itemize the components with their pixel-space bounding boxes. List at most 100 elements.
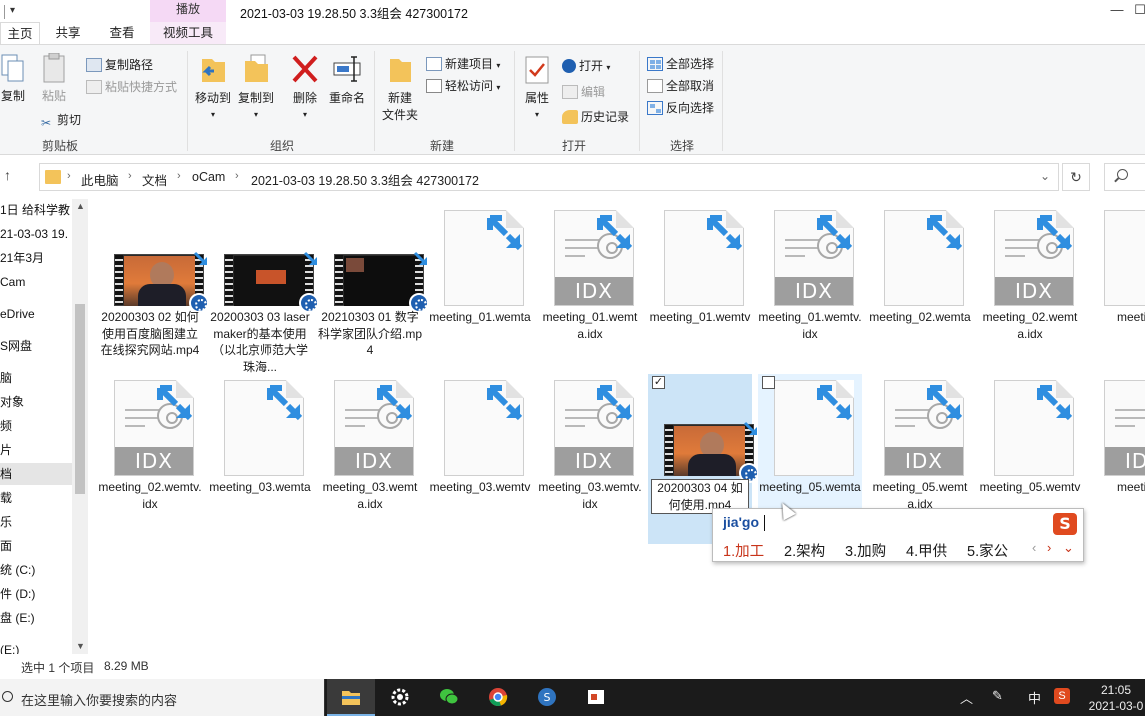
taskbar-wechat[interactable] [425,679,473,716]
file-item[interactable]: IDX meeting_02.wemtv.idx [98,374,202,544]
context-tab-play[interactable]: 播放 [150,0,226,22]
item-checkbox[interactable] [762,376,775,389]
file-item[interactable]: meeting_01.wemta [428,204,532,374]
nav-item[interactable]: 面 [0,535,12,557]
nav-item[interactable]: S网盘 [0,335,32,357]
scroll-thumb[interactable] [75,304,85,494]
invert-selection-button[interactable]: 反向选择 [647,99,714,116]
file-item[interactable]: meeting_03.wemtv [428,374,532,544]
nav-item[interactable]: 对象 [0,391,24,413]
nav-item[interactable]: 频 [0,415,12,437]
copy-button[interactable]: 复制 [0,53,26,104]
nav-item[interactable]: Cam [0,271,25,293]
nav-item[interactable]: 片 [0,439,12,461]
tab-share[interactable]: 共享 [46,22,90,44]
cut-button[interactable]: ✂ 剪切 [38,111,81,130]
file-item[interactable]: IDX meeting_03.wemtv.idx [538,374,642,544]
tab-view[interactable]: 查看 [100,22,144,44]
tab-video-tools[interactable]: 视频工具 [150,22,226,44]
nav-scrollbar[interactable]: ▲ ▼ [72,199,88,654]
text-lines [565,409,599,433]
ime-next-page-icon[interactable]: › [1047,540,1051,555]
select-all-button[interactable]: 全部选择 [647,55,714,72]
ime-candidate-5[interactable]: 5.家公 [967,540,1008,561]
breadcrumb-ocam[interactable]: oCam [192,170,225,184]
breadcrumb-current-folder[interactable]: 2021-03-03 19.28.50 3.3组会 427300172 [251,170,479,189]
ime-candidate-1[interactable]: 1.加工 [723,540,764,561]
nav-item[interactable]: 载 [0,487,12,509]
ime-candidate-2[interactable]: 2.架构 [784,540,825,561]
nav-item[interactable]: 件 (D:) [0,583,35,605]
properties-button[interactable]: 属性 ▾ [520,55,554,120]
nav-item[interactable]: (E:) [0,639,19,654]
text-lines [785,239,819,263]
edit-button[interactable]: 编辑 [562,83,605,100]
qat-dropdown-icon[interactable]: ▾ [10,5,15,16]
taskbar-chrome[interactable] [474,679,522,716]
tray-sogou-icon[interactable]: S [1054,688,1070,704]
delete-button[interactable]: 删除 ▾ [288,53,322,120]
paste-shortcut-button[interactable]: 粘贴快捷方式 [86,78,177,95]
breadcrumb-this-pc[interactable]: 此电脑 [81,170,119,189]
nav-item[interactable]: 21年3月 [0,247,44,269]
scroll-down-icon[interactable]: ▼ [76,641,85,651]
nav-item[interactable]: 统 (C:) [0,559,35,581]
taskbar-file-explorer[interactable] [327,679,375,716]
file-item[interactable]: IDX meeting_01.wemtv.idx [758,204,862,374]
file-item[interactable]: meeting_03.wemta [208,374,312,544]
tab-home[interactable]: 主页 [0,22,40,44]
move-to-button[interactable]: 移动到 ▾ [193,53,233,120]
file-item[interactable]: IDX meeting_03.wemta.idx [318,374,422,544]
file-item[interactable]: 20200303 03 lasermaker的基本使用（以北京师范大学珠海... [208,204,319,374]
ime-candidate-4[interactable]: 4.甲供 [906,540,947,561]
scroll-up-icon[interactable]: ▲ [76,201,85,211]
address-bar[interactable]: › 此电脑 › 文档 › oCam › 2021-03-03 19.28.50 … [39,163,1059,191]
nav-item[interactable]: eDrive [0,303,35,325]
up-arrow-icon[interactable]: ↑ [4,167,11,183]
nav-item[interactable]: 1日 给科学教 [0,199,70,221]
ime-prev-page-icon[interactable]: ‹ [1032,540,1036,555]
file-item[interactable]: IDX meetin... [1088,374,1145,544]
nav-item[interactable]: 盘 (E:) [0,607,35,629]
ime-expand-icon[interactable]: ⌄ [1063,540,1074,556]
select-none-button[interactable]: 全部取消 [647,77,714,94]
file-item[interactable]: 20210303 01 数字科学家团队介绍.mp4 [318,204,429,374]
file-item[interactable]: meeting_01.wemtv [648,204,752,374]
paste-button[interactable]: 粘贴 [36,53,72,104]
file-item[interactable]: meetin... [1088,204,1145,374]
file-item[interactable]: 20200303 02 如何使用百度脑图建立在线探究网站.mp4 [98,204,209,374]
item-checkbox[interactable]: ✓ [652,376,665,389]
copy-path-button[interactable]: 复制路径 [86,56,153,73]
nav-item[interactable]: 脑 [0,367,12,389]
taskbar-search-input[interactable]: 在这里输入你要搜索的内容 [0,679,325,716]
tray-pen-icon[interactable]: ✎ [992,688,1003,704]
copy-to-button[interactable]: 复制到 ▾ [236,53,276,120]
new-item-button[interactable]: 新建项目 ▾ [426,55,500,72]
nav-item[interactable]: 乐 [0,511,12,533]
file-item[interactable]: IDX meeting_02.wemta.idx [978,204,1082,374]
ime-candidate-3[interactable]: 3.加购 [845,540,886,561]
rename-button[interactable]: 重命名 [328,53,366,106]
open-button[interactable]: 打开 ▾ [562,57,610,74]
file-item[interactable]: IDX meeting_01.wemta.idx [538,204,642,374]
maximize-button[interactable]: ☐ [1120,0,1145,22]
taskbar-sogou[interactable]: S [523,679,571,716]
file-item[interactable]: meeting_02.wemta [868,204,972,374]
history-button[interactable]: 历史记录 [562,108,629,125]
new-folder-button[interactable]: 新建 文件夹 [378,53,422,123]
breadcrumb-documents[interactable]: 文档 [142,170,167,189]
quick-access-toolbar[interactable]: ▾ [0,2,24,20]
presentation-icon [588,690,604,704]
taskbar-presentation[interactable] [572,679,620,716]
nav-item[interactable]: 21-03-03 19. [0,223,68,245]
search-input[interactable] [1104,163,1145,191]
tray-expand-icon[interactable]: ︿ [960,688,973,707]
refresh-button[interactable]: ↻ [1062,163,1090,191]
file-list[interactable]: 20200303 02 如何使用百度脑图建立在线探究网站.mp4 20200303… [94,199,1145,654]
tray-ime-mode[interactable]: 中 [1028,688,1041,707]
taskbar-clock[interactable]: 21:05 2021-03-0 [1086,682,1145,714]
taskbar-settings[interactable] [376,679,424,716]
easy-access-button[interactable]: 轻松访问 ▾ [426,77,500,94]
nav-item[interactable]: 档 [0,463,72,485]
chevron-down-icon[interactable]: ⌄ [1040,169,1050,183]
